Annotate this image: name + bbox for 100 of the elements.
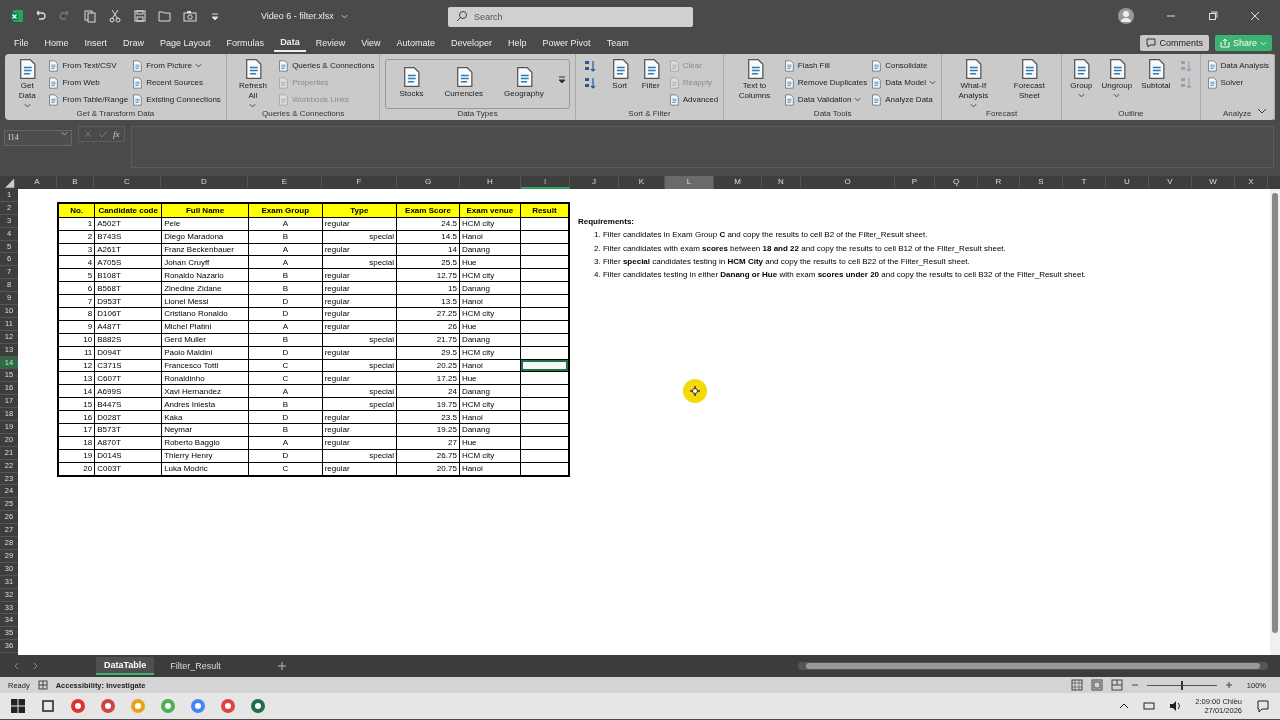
menu-tab[interactable]: File (8, 34, 35, 52)
table-cell: regular (322, 462, 397, 476)
ribbon-button[interactable]: Group (1067, 57, 1096, 108)
ribbon-button[interactable]: Flash Fill (782, 57, 868, 74)
ribbon-button[interactable]: From Table/Range (47, 91, 129, 108)
ribbon-button[interactable]: Text to Columns (729, 57, 780, 108)
table-cell: Hanoi (459, 410, 521, 424)
table-cell: HCM city (459, 449, 521, 463)
app-icon[interactable] (250, 698, 266, 714)
restore-icon[interactable] (1208, 11, 1218, 21)
ribbon-button[interactable]: Advanced (667, 91, 719, 108)
ribbon-button[interactable]: Filter (636, 57, 665, 108)
chevron-down-icon[interactable] (1257, 106, 1267, 116)
folder-icon[interactable] (158, 9, 172, 23)
ribbon-button[interactable]: Geography (495, 62, 553, 102)
table-cell: B447S (94, 397, 162, 411)
ribbon-button[interactable]: From Text/CSV (47, 57, 129, 74)
ribbon-button[interactable]: Data Analysis (1205, 57, 1269, 74)
save-icon[interactable] (133, 9, 147, 23)
comments-button[interactable]: Comments (1140, 35, 1209, 51)
camera-icon[interactable] (183, 9, 197, 23)
ribbon-button[interactable]: From Web (47, 74, 129, 91)
table-cell: Francesco Totti (161, 359, 249, 372)
menu-tab[interactable]: Home (38, 34, 75, 52)
ribbon-button[interactable]: Consolidate (870, 57, 937, 74)
table-cell: special (322, 255, 397, 269)
menu-tab[interactable]: Draw (117, 34, 151, 52)
menu-tab[interactable]: Automate (390, 34, 442, 52)
column-heading: Exam Group (248, 202, 323, 218)
normal-view-icon[interactable] (1070, 679, 1083, 691)
caret-icon (23, 101, 31, 109)
speaker-icon[interactable] (1169, 700, 1182, 712)
sheet-tab[interactable]: DataTable (96, 657, 155, 675)
sheet-tab[interactable]: Filter_Result (162, 657, 229, 675)
ribbon-button[interactable]: Stocks (390, 62, 433, 102)
app-icon[interactable] (220, 698, 236, 714)
ribbon-button[interactable]: Queries & Connections (277, 57, 375, 74)
menu-tab[interactable]: Power Pivot (536, 34, 597, 52)
menu-tab[interactable]: View (355, 34, 387, 52)
menu-tab[interactable]: Developer (445, 34, 499, 52)
check-icon[interactable] (98, 129, 108, 139)
ribbon-button[interactable]: Data Model (870, 74, 937, 91)
ribbon-button[interactable]: Solver (1205, 74, 1269, 91)
app-icon[interactable] (70, 698, 86, 714)
ribbon-button[interactable]: Currencies (435, 62, 493, 102)
close-icon[interactable] (1250, 11, 1260, 21)
expand-icon[interactable] (557, 74, 566, 86)
ribbon-button[interactable]: Existing Connections (131, 91, 221, 108)
task-view-icon[interactable] (40, 698, 56, 714)
menu-tab[interactable]: Data (274, 34, 306, 52)
group-label: Queries & Connections (262, 109, 345, 120)
ribbon-button[interactable]: Ungroup (1098, 57, 1136, 108)
ribbon-button[interactable]: Analyze Data (870, 91, 937, 108)
menu-tab[interactable]: Insert (78, 34, 114, 52)
ribbon-button[interactable]: Subtotal (1138, 57, 1174, 108)
menu-tab[interactable]: Review (309, 34, 352, 52)
table-cell: B (248, 423, 323, 437)
ribbon-button[interactable]: Forecast Sheet (1002, 57, 1057, 108)
vertical-scrollbar[interactable] (1270, 189, 1280, 655)
table-cell: 26 (396, 320, 460, 334)
search-field[interactable]: Search (447, 7, 693, 27)
menu-tab[interactable]: Page Layout (154, 34, 217, 52)
ribbon-button[interactable]: What-If Analysis (947, 57, 1000, 108)
menu-tab[interactable]: Formulas (220, 34, 271, 52)
table-cell: B743S (94, 230, 162, 244)
menu-tab[interactable]: Help (502, 34, 533, 52)
app-icon[interactable] (100, 698, 116, 714)
page-layout-icon[interactable] (1090, 679, 1103, 691)
page-break-icon[interactable] (1110, 679, 1123, 691)
column-header[interactable]: L (665, 176, 714, 189)
zoom-in-button[interactable] (1224, 681, 1233, 689)
table-cell: regular (322, 243, 397, 256)
requirement-item: 4. Filter candidates testing in either Danang or Hue with exam scores under 20 and copy the results to cell B32 of the Filter_Result sheet. (593, 269, 1087, 282)
copy-icon[interactable] (83, 9, 97, 23)
ribbon-button[interactable]: From Picture (131, 57, 221, 74)
table-cell: B882S (94, 333, 162, 347)
app-icon[interactable] (160, 698, 176, 714)
ribbon-button[interactable]: Data Validation (782, 91, 868, 108)
scissors-icon[interactable] (108, 9, 122, 23)
ribbon-button[interactable]: Get Data (10, 57, 45, 108)
menu-tab[interactable]: Team (600, 34, 635, 52)
ribbon-button[interactable]: Sort (605, 57, 634, 108)
ribbon-button[interactable]: Refresh All (231, 57, 275, 108)
plus-icon[interactable] (276, 661, 287, 671)
table-cell: B (248, 281, 323, 295)
windows-icon[interactable] (10, 698, 26, 714)
chevron-up-icon[interactable] (1119, 701, 1130, 711)
ribbon-button[interactable]: Recent Sources (131, 74, 221, 91)
avatar[interactable] (1118, 8, 1134, 24)
horizontal-scrollbar[interactable] (798, 662, 1268, 670)
notification-icon[interactable] (1256, 699, 1270, 713)
insert-function-button[interactable]: fx (113, 129, 120, 139)
app-icon[interactable] (190, 698, 206, 714)
network-icon[interactable] (1143, 700, 1156, 712)
table-cell: A (248, 384, 323, 398)
ribbon-button[interactable]: Remove Duplicates (782, 74, 868, 91)
table-cell: regular (322, 217, 397, 231)
table-cell: B108T (94, 268, 162, 282)
name-box[interactable]: I14 (4, 129, 72, 146)
file-name[interactable]: Video 6 - filter.xlsx (261, 11, 334, 21)
